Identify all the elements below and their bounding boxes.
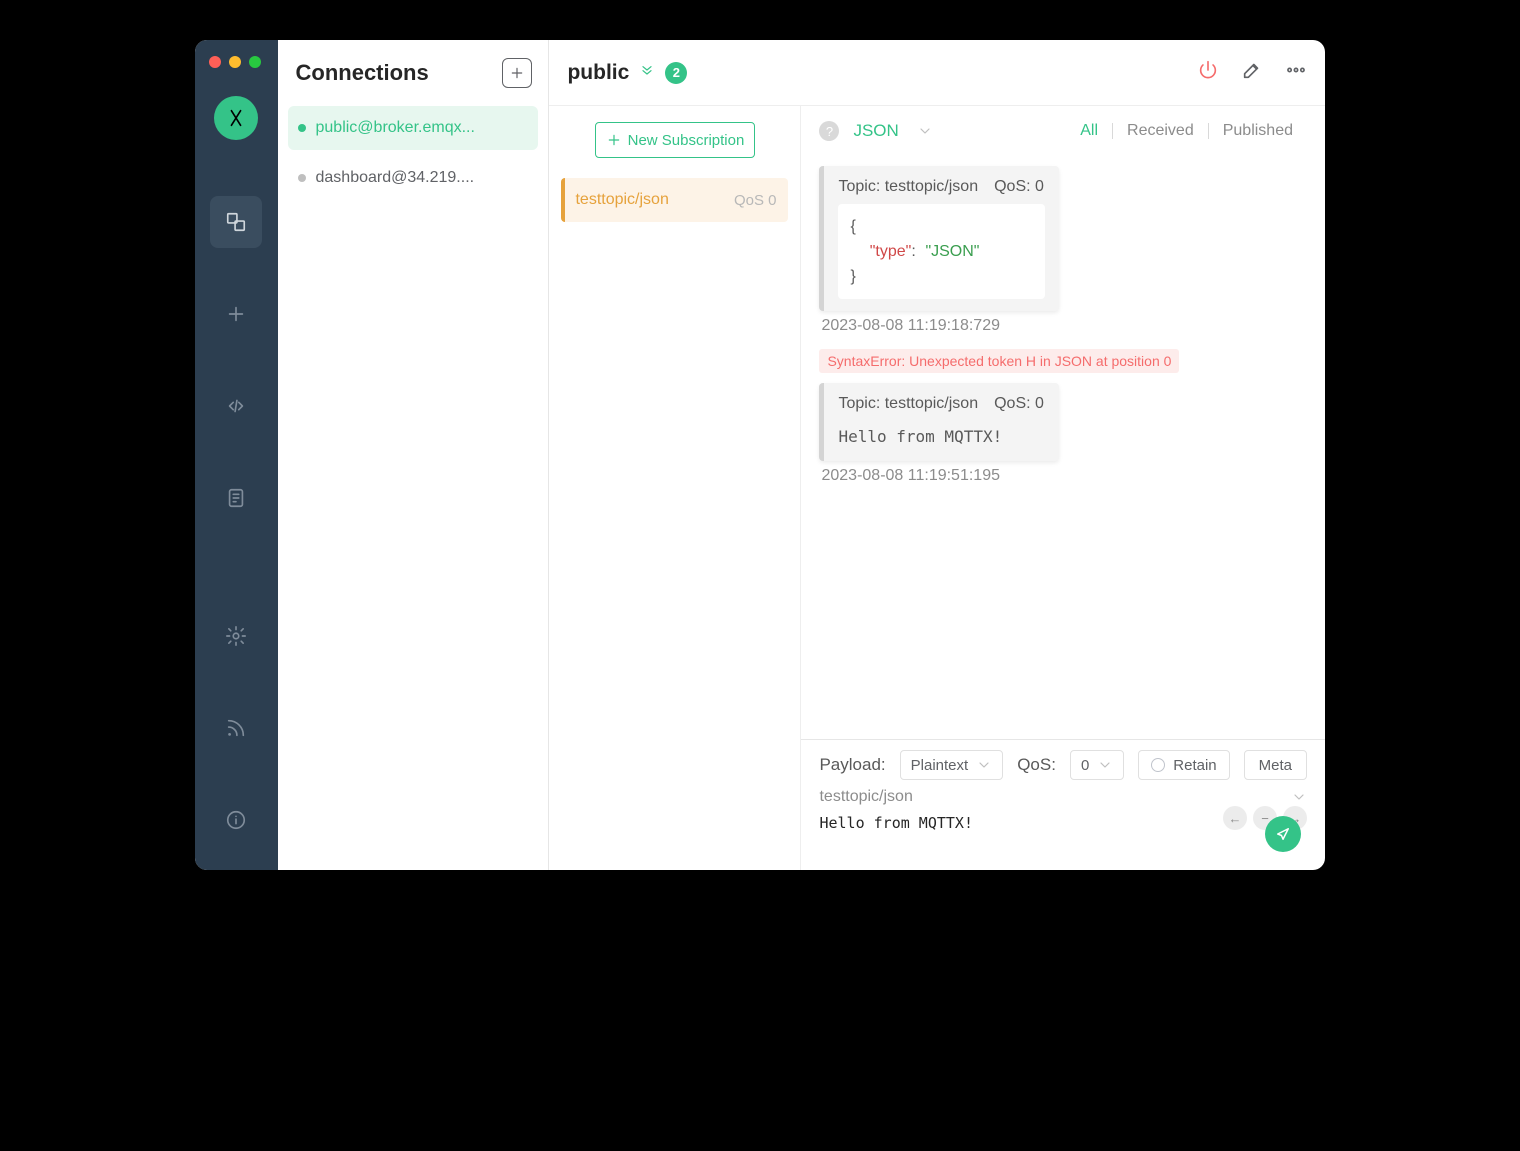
app-logo: [214, 96, 258, 140]
send-button[interactable]: [1265, 816, 1301, 852]
retain-label: Retain: [1173, 757, 1216, 774]
meta-button[interactable]: Meta: [1244, 750, 1307, 780]
qos-value: 0: [1081, 757, 1089, 774]
minimize-window-button[interactable]: [229, 56, 241, 68]
nav-logs-icon[interactable]: [210, 472, 262, 524]
message-timestamp: 2023-08-08 11:19:51:195: [821, 467, 1307, 485]
nav-new-icon[interactable]: [210, 288, 262, 340]
add-connection-button[interactable]: [502, 58, 532, 88]
connection-item[interactable]: dashboard@34.219....: [288, 156, 539, 200]
message-qos: QoS: 0: [994, 178, 1044, 196]
message-card: Topic: testtopic/json QoS: 0 { "type": "…: [819, 166, 1059, 311]
radio-icon: [1151, 758, 1165, 772]
payload-format-select[interactable]: Plaintext: [900, 750, 1004, 780]
connection-header: public 2: [549, 40, 1325, 106]
new-subscription-button[interactable]: New Subscription: [595, 122, 755, 158]
messages-scroll[interactable]: Topic: testtopic/json QoS: 0 { "type": "…: [801, 156, 1325, 739]
app-window: Connections public@broker.emqx... dashbo…: [195, 40, 1325, 870]
composer-topic[interactable]: testtopic/json: [819, 788, 912, 806]
subscription-topic: testtopic/json: [575, 191, 668, 209]
connection-label: dashboard@34.219....: [316, 169, 475, 187]
nav-info-icon[interactable]: [210, 794, 262, 846]
message-card: Topic: testtopic/json QoS: 0 Hello from …: [819, 383, 1059, 461]
disconnect-button[interactable]: [1197, 59, 1219, 86]
connections-title: Connections: [296, 60, 429, 86]
chevron-down-icon[interactable]: [1291, 789, 1307, 805]
message-timestamp: 2023-08-08 11:19:18:729: [821, 317, 1307, 335]
filter-tab-published[interactable]: Published: [1209, 122, 1307, 140]
subscription-item[interactable]: testtopic/json QoS 0: [561, 178, 788, 222]
message-body: Hello from MQTTX!: [838, 421, 1045, 449]
subscriptions-panel: New Subscription testtopic/json QoS 0: [549, 106, 801, 870]
message-topic: Topic: testtopic/json: [838, 178, 978, 196]
subscription-qos: QoS 0: [734, 192, 777, 209]
filter-tab-received[interactable]: Received: [1113, 122, 1208, 140]
composer: Payload: Plaintext QoS: 0 Retain: [801, 739, 1325, 870]
more-menu-button[interactable]: [1285, 59, 1307, 86]
qos-select[interactable]: 0: [1070, 750, 1124, 780]
close-window-button[interactable]: [209, 56, 221, 68]
retain-toggle[interactable]: Retain: [1138, 750, 1229, 780]
filter-tab-all[interactable]: All: [1066, 122, 1112, 140]
connection-name: public: [567, 61, 629, 85]
status-dot-icon: [298, 174, 306, 182]
nav-connections-icon[interactable]: [210, 196, 262, 248]
window-controls: [209, 56, 261, 68]
connection-item[interactable]: public@broker.emqx...: [288, 106, 539, 150]
composer-topic-row: testtopic/json: [819, 788, 1307, 806]
nav-scripts-icon[interactable]: [210, 380, 262, 432]
main-panel: public 2 New Subscrip: [549, 40, 1325, 870]
edit-button[interactable]: [1241, 59, 1263, 86]
message-qos: QoS: 0: [994, 395, 1044, 413]
qos-label: QoS:: [1017, 755, 1056, 775]
nav-rail: [195, 40, 278, 870]
connections-panel: Connections public@broker.emqx... dashbo…: [278, 40, 550, 870]
payload-format-select[interactable]: JSON: [853, 121, 932, 141]
messages-toolbar: ? JSON All Received Published: [801, 106, 1325, 156]
new-subscription-label: New Subscription: [628, 132, 745, 149]
message-topic: Topic: testtopic/json: [838, 395, 978, 413]
nav-settings-icon[interactable]: [210, 610, 262, 662]
unread-badge: 2: [665, 62, 687, 84]
nav-feed-icon[interactable]: [210, 702, 262, 754]
expand-details-icon[interactable]: [639, 62, 655, 83]
status-dot-icon: [298, 124, 306, 132]
maximize-window-button[interactable]: [249, 56, 261, 68]
payload-format-value: JSON: [853, 121, 898, 141]
message-body: { "type": "JSON" }: [838, 204, 1045, 299]
history-prev-button[interactable]: ←: [1223, 806, 1247, 830]
message-error: SyntaxError: Unexpected token H in JSON …: [819, 349, 1179, 373]
help-icon[interactable]: ?: [819, 121, 839, 141]
messages-panel: ? JSON All Received Published: [801, 106, 1325, 870]
payload-label: Payload:: [819, 755, 885, 775]
payload-format-option: Plaintext: [911, 757, 969, 774]
connection-label: public@broker.emqx...: [316, 119, 475, 137]
